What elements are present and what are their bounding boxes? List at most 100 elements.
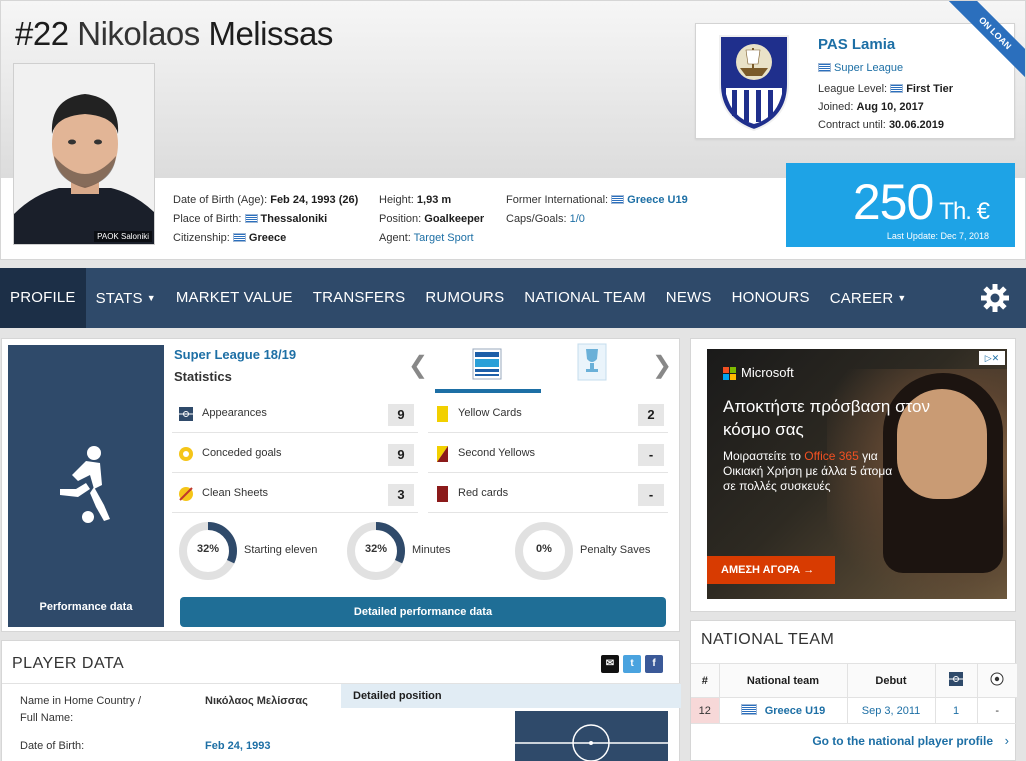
stat-yellow-cards[interactable]: Yellow Cards 2 [428, 395, 668, 433]
info-column-3: Former International: Greece U19 Caps/Go… [506, 191, 688, 229]
greece-flag-icon [890, 84, 904, 93]
joined-value: Aug 10, 2017 [856, 101, 924, 113]
stat-conceded-goals[interactable]: Conceded goals 9 [172, 435, 418, 473]
nav-news[interactable]: NEWS [656, 268, 722, 328]
on-loan-ribbon-wrap: ON LOAN [931, 1, 1025, 97]
national-team-box: NATIONAL TEAM # National team Debut 12 G… [690, 620, 1017, 761]
league-season-link[interactable]: Super League 18/19 [174, 347, 296, 362]
yellow-cards-value: 2 [638, 404, 664, 426]
clean-sheet-icon [179, 487, 193, 501]
pitch-diagram [515, 724, 668, 761]
caps-row: Caps/Goals: 1/0 [506, 213, 585, 225]
on-loan-ribbon: ON LOAN [945, 1, 1025, 83]
kicker-icon [60, 446, 110, 523]
stat-red-cards[interactable]: Red cards - [428, 475, 668, 513]
position-pitch [515, 711, 668, 761]
nav-rumours[interactable]: RUMOURS [415, 268, 514, 328]
twitter-share-icon[interactable]: t [623, 655, 641, 673]
nav-career[interactable]: CAREER ▼ [820, 268, 917, 328]
donut-label: Starting eleven [244, 544, 318, 556]
detailed-position-heading: Detailed position [341, 684, 681, 708]
info-column-1: Date of Birth (Age): Feb 24, 1993 (26) P… [173, 191, 358, 248]
row-debut[interactable]: Sep 3, 2011 [847, 697, 936, 724]
position-row: Position: Goalkeeper [379, 213, 485, 225]
home-name-label: Name in Home Country / Full Name: [20, 695, 142, 724]
red-card-icon [437, 486, 448, 502]
former-international-row: Former International: Greece U19 [506, 194, 688, 206]
row-team[interactable]: Greece U19 [719, 697, 848, 724]
club-crest-icon[interactable] [716, 32, 792, 132]
statistics-heading: Statistics [174, 369, 232, 384]
nav-stats[interactable]: STATS ▼ [86, 268, 166, 328]
contract-value: 30.06.2019 [888, 119, 944, 131]
email-share-icon[interactable]: ✉ [601, 655, 619, 673]
appearances-value: 9 [388, 404, 414, 426]
second-yellow-icon [437, 446, 448, 462]
agent-link[interactable]: Target Sport [414, 232, 474, 244]
gear-icon[interactable] [980, 283, 1010, 313]
nav-honours[interactable]: HONOURS [722, 268, 820, 328]
national-profile-link[interactable]: Go to the national player profile [812, 734, 993, 748]
pd-dob-link[interactable]: Feb 24, 1993 [205, 740, 270, 752]
dob-value: Feb 24, 1993 (26) [270, 194, 359, 206]
nav-profile[interactable]: PROFILE [0, 268, 86, 328]
player-title: #22 Nikolaos Melissas [15, 15, 333, 53]
donut-label: Penalty Saves [580, 544, 651, 556]
donut-percent: 32% [364, 543, 388, 555]
market-value-unit: Th. € [939, 198, 990, 225]
tab-greek-cup[interactable] [553, 343, 659, 393]
performance-data-tile[interactable]: Performance data [8, 345, 164, 627]
row-apps[interactable]: 1 [935, 697, 978, 724]
player-portrait-image [14, 64, 154, 244]
facebook-share-icon[interactable]: f [645, 655, 663, 673]
contract-row: Contract until: 30.06.2019 [818, 119, 944, 131]
ad-container: Microsoft Αποκτήστε πρόσβαση στον κόσμο … [690, 338, 1016, 612]
joined-row: Joined: Aug 10, 2017 [818, 101, 924, 113]
pob-value: Thessaloniki [260, 213, 328, 225]
ad-choices-close-icon[interactable]: ▷✕ [979, 351, 1005, 365]
tab-super-league[interactable] [435, 343, 541, 393]
market-value: 250 Th. € [853, 173, 990, 231]
ad-cta-button[interactable]: ΑΜΕΣΗ ΑΓΟΡΑ → [707, 556, 835, 584]
chevron-right-icon[interactable]: › [1005, 733, 1009, 748]
pitch-icon [179, 407, 193, 421]
club-name-link[interactable]: PAS Lamia [818, 36, 895, 53]
caret-down-icon: ▼ [146, 293, 156, 303]
position-value: Goalkeeper [424, 213, 485, 225]
nav-market-value[interactable]: MARKET VALUE [166, 268, 303, 328]
agent-row: Agent: Target Sport [379, 232, 474, 244]
detailed-performance-button[interactable]: Detailed performance data [180, 597, 666, 627]
stat-clean-sheets[interactable]: Clean Sheets 3 [172, 475, 418, 513]
greece-flag-icon [740, 704, 757, 715]
market-value-box[interactable]: 250 Th. € Last Update: Dec 7, 2018 [786, 163, 1015, 247]
first-name: Nikolaos [77, 15, 200, 52]
table-header-row: # National team Debut [691, 663, 1017, 698]
col-debut: Debut [847, 663, 936, 698]
red-cards-value: - [638, 484, 664, 506]
greece-flag-icon [611, 195, 625, 204]
home-name-value: Νικόλαος Μελίσσας [205, 695, 308, 707]
shirt-number: #22 [15, 15, 69, 52]
greece-flag-icon [818, 63, 831, 72]
col-number: # [691, 663, 720, 698]
player-photo[interactable]: PAOK Saloniki [13, 63, 155, 245]
former-international-link[interactable]: Greece U19 [627, 194, 688, 206]
caps-link[interactable]: 1/0 [570, 213, 585, 225]
conceded-goals-value: 9 [388, 444, 414, 466]
nav-national-team[interactable]: NATIONAL TEAM [514, 268, 656, 328]
stat-appearances[interactable]: Appearances 9 [172, 395, 418, 433]
player-data-box: PLAYER DATA ✉ t f Name in Home Country /… [1, 640, 681, 761]
citizenship-value: Greece [248, 232, 287, 244]
league-link[interactable]: Super League [834, 62, 903, 74]
ball-icon [990, 672, 1004, 686]
nav-transfers[interactable]: TRANSFERS [303, 268, 416, 328]
col-appearances [935, 663, 978, 698]
stats-box: Performance data Super League 18/19 Stat… [1, 338, 680, 632]
stat-second-yellows[interactable]: Second Yellows - [428, 435, 668, 473]
row-number: 12 [691, 697, 720, 724]
competition-tabs [435, 343, 675, 393]
prev-competition-arrow-icon[interactable]: ❮ [408, 351, 428, 380]
table-row[interactable]: 12 Greece U19 Sep 3, 2011 1 - [691, 697, 1017, 724]
microsoft-ad[interactable]: Microsoft Αποκτήστε πρόσβαση στον κόσμο … [707, 349, 1007, 599]
col-national-team: National team [719, 663, 848, 698]
